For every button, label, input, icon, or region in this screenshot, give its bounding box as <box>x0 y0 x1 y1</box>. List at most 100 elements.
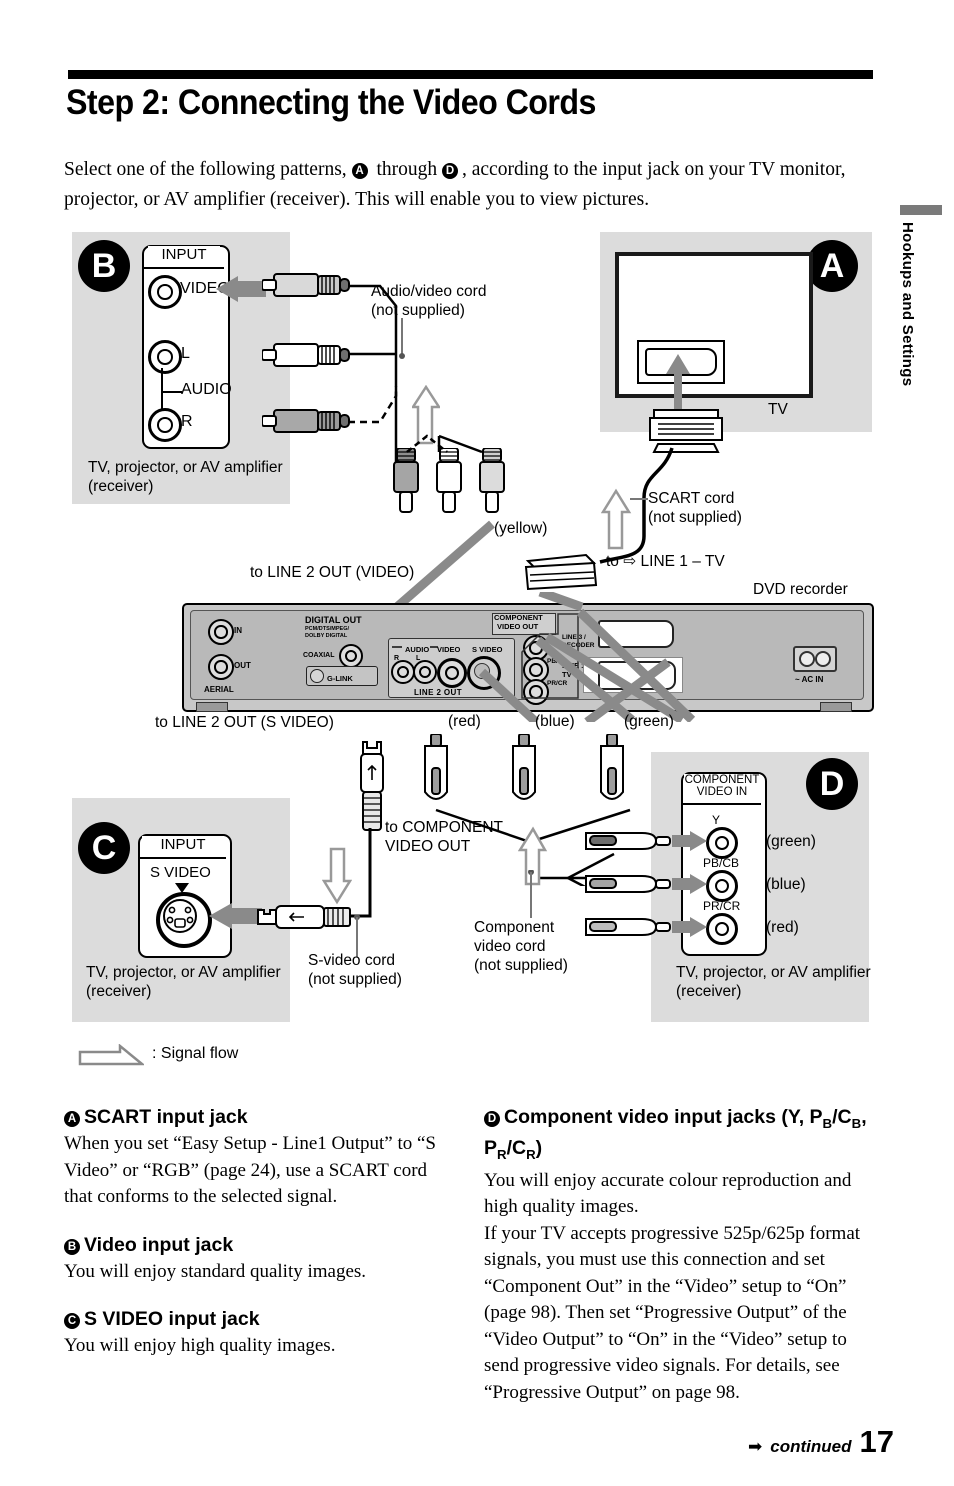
entry-d-heading-2: /C <box>832 1106 852 1128</box>
scart-cord-line1: SCART cord <box>648 490 735 507</box>
arrow-into-y-jack <box>672 831 707 851</box>
badge-b: B <box>78 240 130 292</box>
av-cord-split <box>406 434 483 454</box>
svideo-cord-line2: (not supplied) <box>308 971 402 988</box>
entry-c: CS VIDEO input jack You will enjoy high … <box>64 1307 449 1360</box>
intro-text-1: Select one of the following patterns, <box>64 159 352 180</box>
continued-arrow-icon: ➡ <box>748 1437 763 1456</box>
entry-c-badge: C <box>64 1313 80 1329</box>
svideo-cord-label: S-video cord (not supplied) <box>308 951 438 989</box>
to-line1-tv-label: to ⇨ LINE 1 – TV <box>606 553 725 570</box>
component-plug-horiz-green <box>585 832 671 850</box>
panel-b-input-label: INPUT <box>148 246 220 263</box>
entry-d-heading-5: ) <box>535 1136 543 1159</box>
bottom-left-column: A SCART input jack When you set “Easy Set… <box>64 1105 449 1382</box>
entry-b-body: You will enjoy standard quality images. <box>64 1260 367 1282</box>
video-input-jack <box>148 275 182 309</box>
manual-page: Step 2: Connecting the Video Cords Selec… <box>0 0 954 1486</box>
panel-d-pr-jack <box>706 913 738 945</box>
av-cord-leader <box>399 318 405 359</box>
intro-text-2: through <box>371 159 442 180</box>
signal-flow-legend-label: : Signal flow <box>152 1045 239 1062</box>
badge-a: A <box>806 240 858 292</box>
signal-flow-icon <box>78 1044 144 1066</box>
page-title: Step 2: Connecting the Video Cords <box>66 83 596 122</box>
arrow-into-svideo-jack <box>209 903 262 929</box>
panel-d-blue-label: (blue) <box>766 876 806 893</box>
panel-c-svideo-label: S VIDEO <box>150 864 211 881</box>
av-cord-label-line2: (not supplied) <box>371 302 465 319</box>
component-plug-horiz-blue <box>585 875 671 893</box>
arrow-into-pr-jack <box>672 917 707 937</box>
entry-b-badge: B <box>64 1238 80 1255</box>
arrow-into-video-jack <box>216 276 266 302</box>
to-component-out-label: to COMPONENT VIDEO OUT <box>385 818 525 856</box>
to-component-line1: to COMPONENT <box>385 819 503 836</box>
entry-c-heading: CS VIDEO input jack <box>64 1307 449 1332</box>
tv-label: TV <box>768 401 788 418</box>
arrow-into-tv-scart <box>666 354 690 414</box>
audio-r-label: R <box>181 413 193 430</box>
entry-c-heading-text: S VIDEO input jack <box>84 1308 260 1330</box>
panel-d-red-label: (red) <box>766 919 799 936</box>
scart-cord-label: SCART cord (not supplied) <box>648 489 798 527</box>
badge-d-inline: D <box>441 163 458 179</box>
signal-flow-arrow-svideo <box>322 847 352 905</box>
recorder-pointer-lines <box>478 592 696 722</box>
yellow-plug-label: (yellow) <box>494 520 548 537</box>
entry-c-body: You will enjoy high quality images. <box>64 1335 336 1356</box>
audio-l-label: L <box>181 345 190 362</box>
panel-c-header-divider <box>140 857 226 859</box>
badge-c: C <box>78 822 130 874</box>
entry-d-heading-sub-2: B <box>851 1115 862 1131</box>
svideo-cord-line1: S-video cord <box>308 952 396 969</box>
audio-group-label: AUDIO <box>181 381 232 398</box>
rca-plug-audio-red <box>262 409 350 433</box>
scart-cord-line2: (not supplied) <box>648 509 742 526</box>
svideo-plug-horizontal <box>257 905 351 929</box>
blue-plug-label: (blue) <box>535 713 575 730</box>
av-cord-label: Audio/video cord (not supplied) <box>371 282 551 320</box>
panel-c-input-label: INPUT <box>142 836 224 853</box>
entry-d-heading: D Component video input jacks (Y, PB/CB, … <box>484 1105 884 1167</box>
green-plug-label: (green) <box>624 713 674 730</box>
panel-d-green-label: (green) <box>766 833 816 850</box>
entry-d-heading-sub-1: B <box>822 1115 833 1131</box>
entry-b-heading: B Video input jack <box>64 1233 449 1258</box>
header-rule <box>68 70 873 79</box>
entry-a-body: When you set “Easy Setup - Line1 Output”… <box>64 1133 437 1207</box>
side-tab-label: Hookups and Settings <box>899 222 916 387</box>
badge-d: D <box>806 758 858 810</box>
to-component-line2: VIDEO OUT <box>385 838 471 855</box>
to-line2-svideo-label: to LINE 2 OUT (S VIDEO) <box>155 714 334 731</box>
component-cord-leader <box>528 870 534 918</box>
component-plug-blue <box>512 734 536 800</box>
entry-a-heading-text: SCART input jack <box>84 1106 248 1128</box>
svideo-plug-vertical <box>360 741 384 831</box>
rca-plug-vertical-yellow <box>479 448 505 513</box>
rca-plug-video-yellow <box>262 273 350 297</box>
entry-d-body-2: If your TV accepts progressive 525p/625p… <box>484 1222 861 1403</box>
entry-d-heading-sub-4: R <box>526 1146 536 1162</box>
arrow-into-pb-jack <box>672 874 707 894</box>
component-cord-line3: (not supplied) <box>474 957 568 974</box>
component-plug-red <box>424 734 448 800</box>
scart-plug-dvd-end <box>524 553 598 591</box>
intro-paragraph: Select one of the following patterns, A … <box>64 155 864 215</box>
bottom-right-column: D Component video input jacks (Y, PB/CB, … <box>484 1105 884 1428</box>
rca-plug-vertical-red <box>393 448 419 513</box>
rca-plug-audio-white <box>262 343 350 367</box>
panel-d-caption: TV, projector, or AV amplifier (receiver… <box>676 964 871 1000</box>
badge-a-inline: A <box>351 163 368 179</box>
entry-b: B Video input jack You will enjoy standar… <box>64 1233 449 1286</box>
entry-d-body-1: You will enjoy accurate colour reproduct… <box>484 1169 852 1218</box>
side-tab-bar <box>900 205 942 215</box>
entry-d-badge: D <box>484 1111 500 1127</box>
red-plug-label: (red) <box>448 713 481 730</box>
component-cord-line2: video cord <box>474 938 546 955</box>
entry-b-heading-text: Video input jack <box>84 1233 234 1256</box>
entry-a-badge: A <box>64 1111 80 1127</box>
component-cord-line1: Component <box>474 919 555 936</box>
audio-r-input-jack <box>148 408 182 442</box>
continued-label: continued <box>770 1437 852 1456</box>
